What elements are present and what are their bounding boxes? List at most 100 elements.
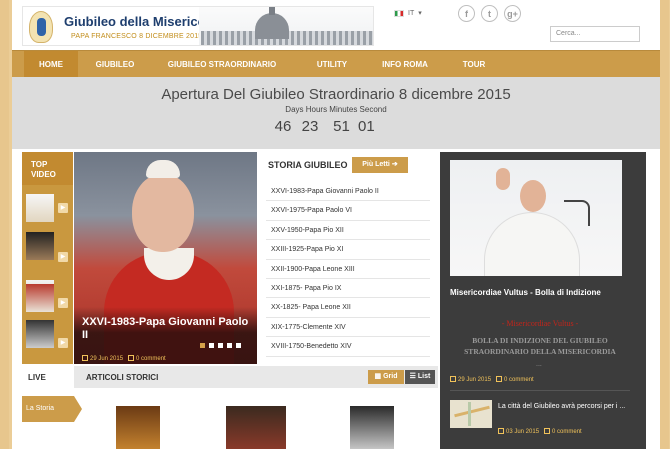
google-plus-icon[interactable]: g+ <box>504 5 521 22</box>
list-view-button[interactable]: ☰ List <box>405 370 435 384</box>
nav-tour[interactable]: TOUR <box>452 51 496 78</box>
hero-date: 29 Jun 2015 <box>90 356 124 362</box>
list-item[interactable]: XXI-1875- Papa Pio IX <box>266 279 430 299</box>
language-label: IT <box>408 9 415 17</box>
live-label: LIVE <box>28 373 46 382</box>
language-selector[interactable]: IT ▾ <box>394 9 422 17</box>
sidebar-article-title[interactable]: La città del Giubileo avrà percorsi per … <box>498 402 626 412</box>
grid-icon: ▦ <box>374 373 382 380</box>
storia-giubileo-panel: STORIA GIUBILEO Più Letti ➔ XXVI-1983-Pa… <box>262 152 434 364</box>
countdown-values: 46 23 51 01 <box>271 118 375 135</box>
slider-dot[interactable] <box>200 343 205 348</box>
top-video-panel: TOP VIDEO ▶ ▶ ▶ ▶ <box>22 152 73 364</box>
page: Giubileo della Misericordia PAPA FRANCES… <box>12 0 660 449</box>
top-video-title-line1: TOP <box>31 160 48 169</box>
slider-dot[interactable] <box>236 343 241 348</box>
article-thumbnail[interactable] <box>350 406 394 449</box>
hero-comments[interactable]: 0 comment <box>136 356 166 362</box>
nav-giubileo[interactable]: GIUBILEO <box>86 51 144 78</box>
list-item[interactable]: XX-1825- Papa Leone XII <box>266 298 430 318</box>
nav-info-roma[interactable]: INFO ROMA <box>372 51 438 78</box>
piu-letti-button[interactable]: Più Letti ➔ <box>352 157 408 173</box>
countdown-days: 46 <box>274 118 292 135</box>
sidebar-excerpt: BOLLA DI INDIZIONE DEL GIUBILEO STRAORDI… <box>464 336 616 356</box>
calendar-icon <box>82 355 88 361</box>
sidebar-comments[interactable]: 0 comment <box>504 377 534 383</box>
countdown-minutes: 51 <box>333 118 350 135</box>
play-icon[interactable]: ▶ <box>58 252 68 262</box>
slider-dot[interactable] <box>227 343 232 348</box>
list-item[interactable]: XXIII-1925-Papa Pio XI <box>266 240 430 260</box>
arrow-right-icon: ➔ <box>391 161 398 168</box>
calendar-icon <box>450 376 456 382</box>
sidebar-meta: 29 Jun 2015 0 comment <box>450 376 534 383</box>
countdown-banner: Apertura Del Giubileo Straordinario 8 di… <box>12 77 660 149</box>
nav-giubileo-straordinario[interactable]: GIUBILEO STRAORDINARIO <box>160 51 284 78</box>
italy-flag-icon <box>394 9 404 17</box>
list-item[interactable]: XXVI-1983-Papa Giovanni Paolo II <box>266 182 430 202</box>
countdown-title: Apertura Del Giubileo Straordinario 8 di… <box>161 86 511 103</box>
grid-view-label: Grid <box>383 373 398 380</box>
sidebar-article-meta: 03 Jun 2015 0 comment <box>498 428 582 435</box>
list-item[interactable]: XXV-1950-Papa Pio XII <box>266 221 430 241</box>
rome-map-thumbnail[interactable] <box>450 400 492 428</box>
la-storia-tab[interactable]: La Storia <box>22 396 82 422</box>
play-icon[interactable]: ▶ <box>58 298 68 308</box>
pope-francis-photo[interactable] <box>450 160 622 276</box>
nav-home[interactable]: HOME <box>24 51 78 78</box>
facebook-icon[interactable]: f <box>458 5 475 22</box>
twitter-icon[interactable]: t <box>481 5 498 22</box>
video-thumbnail[interactable] <box>26 320 54 348</box>
site-header: Giubileo della Misericordia PAPA FRANCES… <box>12 0 660 50</box>
photo-microphone <box>564 200 590 226</box>
nav-utility[interactable]: UTILITY <box>306 51 358 78</box>
sidebar-date: 29 Jun 2015 <box>458 377 492 383</box>
search-input[interactable]: Cerca... <box>550 26 640 42</box>
sidebar-red-heading: - Misericordiae Vultus - <box>501 319 579 328</box>
calendar-icon <box>498 428 504 434</box>
list-icon: ☰ <box>409 373 416 380</box>
content-area: TOP VIDEO ▶ ▶ ▶ ▶ XXVI-1983-Papa Giovann… <box>12 150 660 449</box>
video-thumbnail[interactable] <box>26 232 54 260</box>
comment-icon <box>128 355 135 361</box>
video-thumbnail[interactable] <box>26 194 54 222</box>
piu-letti-label: Più Letti <box>362 161 390 168</box>
slider-dot[interactable] <box>209 343 214 348</box>
articoli-storici-title: ARTICOLI STORICI <box>86 373 159 382</box>
sidebar-post-title[interactable]: Misericordiae Vultus - Bolla di Indizion… <box>450 287 630 298</box>
list-item[interactable]: XXVI-1975-Papa Paolo VI <box>266 201 430 221</box>
sidebar-article-date: 03 Jun 2015 <box>506 429 540 435</box>
dome-image <box>255 7 289 39</box>
sidebar-article-comments[interactable]: 0 comment <box>552 429 582 435</box>
hero-title[interactable]: XXVI-1983-Papa Giovanni Paolo II <box>82 316 252 342</box>
hero-zucchetto <box>146 160 180 178</box>
list-item[interactable]: XVIII-1750-Benedetto XIV <box>266 337 430 357</box>
hero-meta: 29 Jun 2015 0 comment <box>82 355 166 362</box>
articoli-storici-bar: ARTICOLI STORICI ▦ Grid ☰ List <box>74 366 438 388</box>
sidebar-ellipsis: ... <box>536 361 542 368</box>
comment-icon <box>496 376 503 382</box>
comment-icon <box>544 428 551 434</box>
top-video-title-line2: VIDEO <box>31 170 56 179</box>
play-icon[interactable]: ▶ <box>58 203 68 213</box>
countdown-seconds: 01 <box>358 118 375 135</box>
featured-slider[interactable]: XXVI-1983-Papa Giovanni Paolo II 29 Jun … <box>74 152 257 364</box>
logo-subtitle: PAPA FRANCESCO 8 DICEMBRE 2015 <box>71 33 203 40</box>
list-item[interactable]: XIX-1775-Clemente XIV <box>266 318 430 338</box>
play-icon[interactable]: ▶ <box>58 338 68 348</box>
site-logo[interactable]: Giubileo della Misericordia PAPA FRANCES… <box>22 6 374 46</box>
slider-dot[interactable] <box>218 343 223 348</box>
article-thumbnail[interactable] <box>116 406 160 449</box>
photo-hand <box>496 168 510 190</box>
list-item[interactable]: XXII-1900-Papa Leone XIII <box>266 260 430 279</box>
hero-face <box>132 174 194 252</box>
video-thumbnail[interactable] <box>26 284 54 312</box>
list-view-label: List <box>417 373 431 380</box>
slider-dots <box>200 343 241 348</box>
top-video-title: TOP VIDEO <box>22 152 73 185</box>
storia-title: STORIA GIUBILEO <box>268 160 348 170</box>
article-thumbnail[interactable] <box>226 406 286 449</box>
sidebar-red-text: Misericordiae Vultus <box>506 319 574 328</box>
grid-view-button[interactable]: ▦ Grid <box>368 370 404 384</box>
divider <box>450 390 630 391</box>
